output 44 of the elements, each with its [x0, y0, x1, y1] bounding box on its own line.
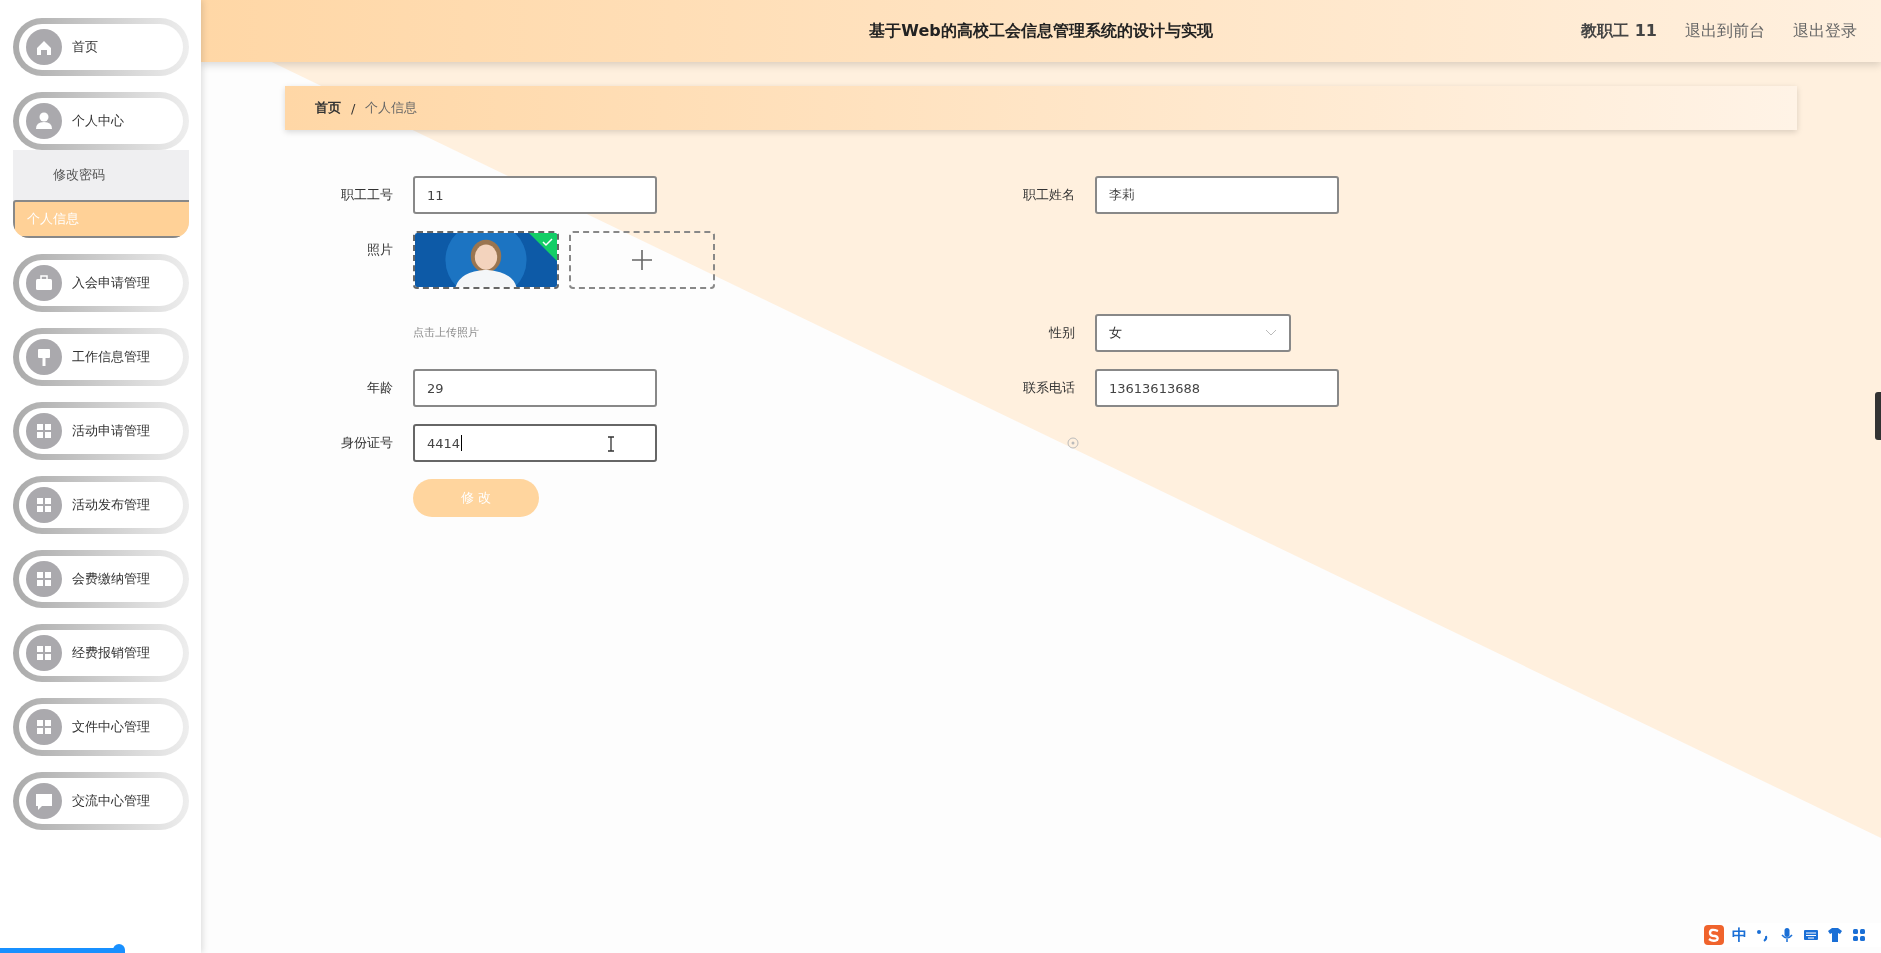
upload-hint: 点击上传照片: [413, 325, 480, 341]
chat-icon: [25, 783, 62, 819]
plus-icon: [630, 248, 654, 272]
grid-icon[interactable]: [1851, 927, 1867, 943]
grid-icon: [25, 561, 62, 597]
input-field[interactable]: 11: [413, 176, 657, 214]
gender-select[interactable]: 女: [1095, 314, 1291, 352]
briefcase-icon: [25, 265, 62, 301]
input-field[interactable]: 4414: [413, 424, 657, 462]
grid-icon: [25, 413, 62, 449]
field-label: 身份证号: [340, 434, 393, 452]
breadcrumb-link[interactable]: 首页: [315, 99, 341, 117]
field-label: 性别: [1048, 324, 1075, 342]
home-icon: [25, 29, 62, 65]
header-link[interactable]: 退出登录: [1793, 20, 1857, 42]
input-field[interactable]: 29: [413, 369, 657, 407]
success-badge-icon: [529, 233, 557, 261]
upload-button[interactable]: [569, 231, 715, 289]
scrollbar-thumb[interactable]: [1875, 392, 1881, 440]
brush-icon: [25, 339, 62, 375]
app-title: 基于Web的高校工会信息管理系统的设计与实现: [869, 20, 1213, 42]
microphone-icon[interactable]: [1779, 927, 1795, 943]
input-field[interactable]: 李莉: [1095, 176, 1339, 214]
breadcrumb-link[interactable]: 个人信息: [365, 99, 418, 117]
grid-icon: [25, 635, 62, 671]
grid-icon: [25, 709, 62, 745]
text-cursor-icon: [607, 436, 615, 452]
field-label: 职工工号: [340, 186, 393, 204]
header-link[interactable]: 退出到前台: [1685, 20, 1765, 42]
ime-mode[interactable]: 中: [1732, 925, 1747, 945]
user-name: 教职工 11: [1581, 20, 1657, 42]
shirt-icon[interactable]: [1827, 927, 1843, 943]
field-label: 联系电话: [1022, 379, 1075, 397]
field-label: 照片: [366, 241, 393, 259]
keyboard-icon[interactable]: [1803, 927, 1819, 943]
user-icon: [25, 103, 62, 139]
field-label: 职工姓名: [1022, 186, 1075, 204]
progress-thumb[interactable]: [112, 944, 125, 953]
submenu-item[interactable]: 修改密码: [12, 150, 189, 200]
grid-icon: [25, 487, 62, 523]
breadcrumb-separator: /: [351, 100, 356, 116]
input-field[interactable]: 13613613688: [1095, 369, 1339, 407]
field-label: 年龄: [366, 379, 393, 397]
chevron-down-icon: [1265, 329, 1277, 337]
